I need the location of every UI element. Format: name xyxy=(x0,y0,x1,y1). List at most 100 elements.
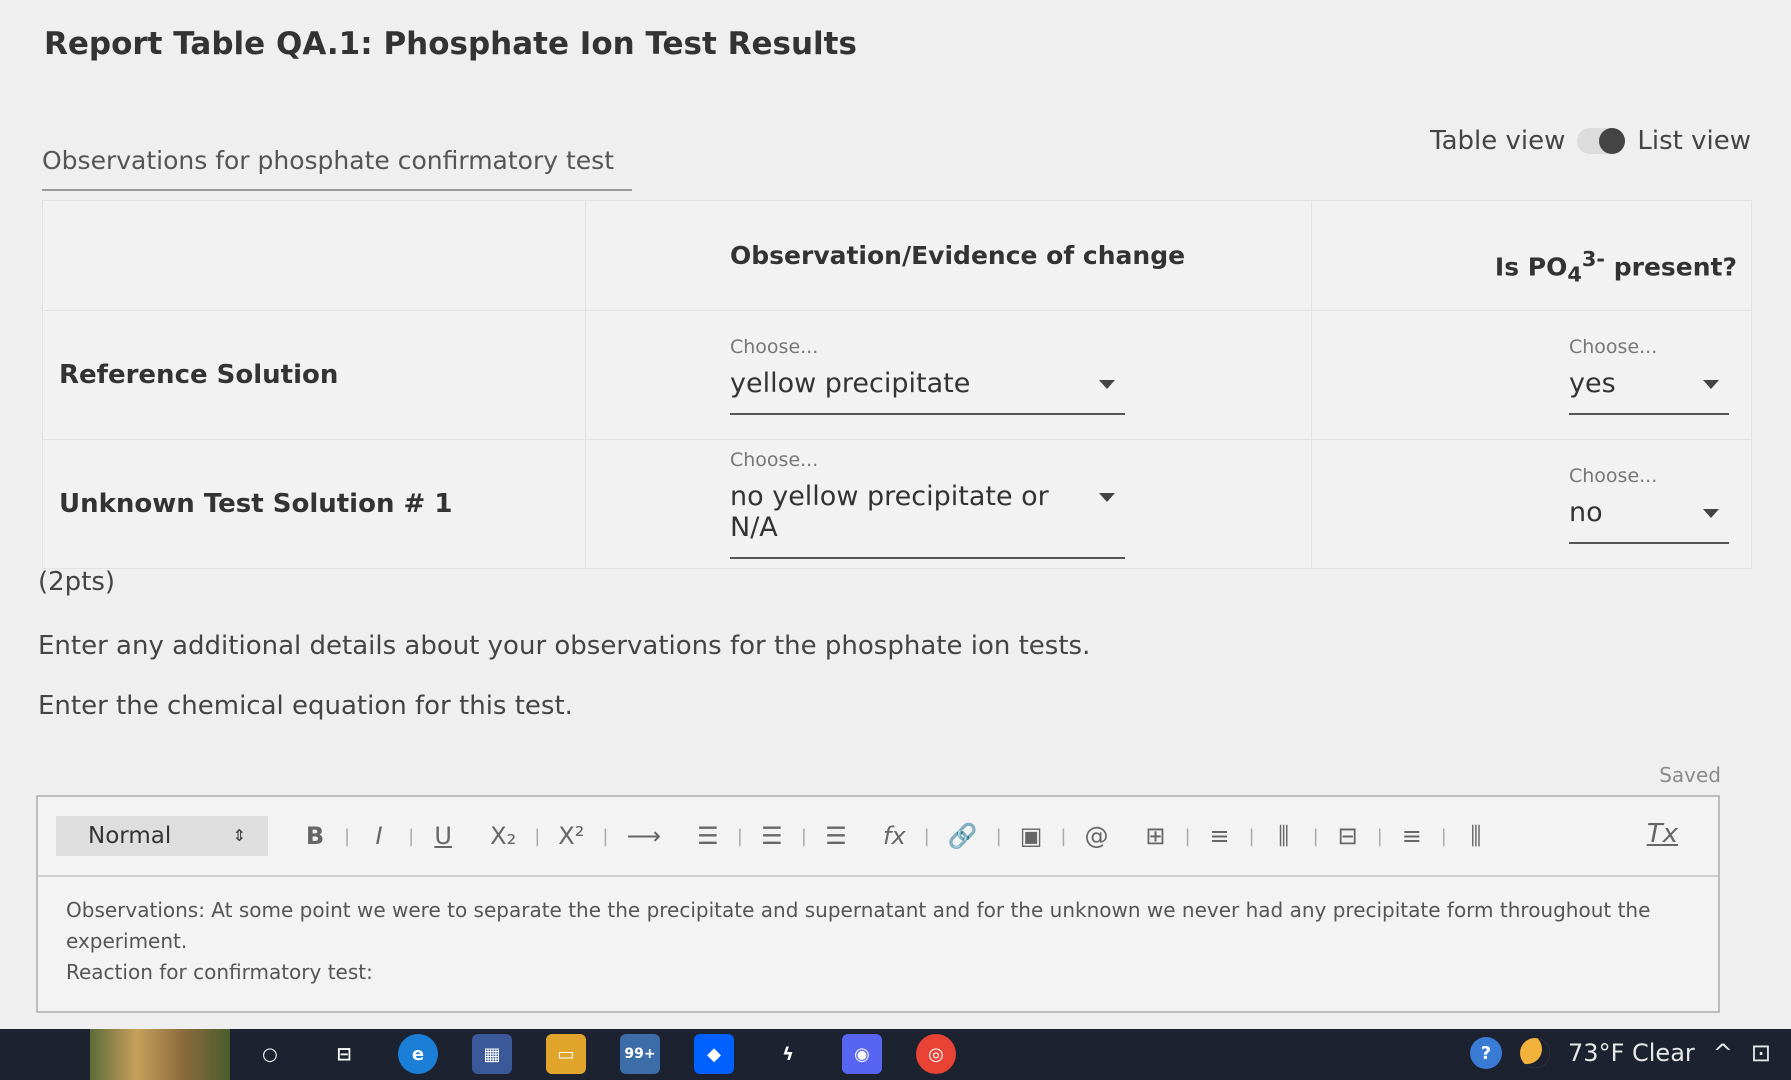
moon-icon xyxy=(1520,1038,1551,1068)
chevron-up-icon[interactable]: ^ xyxy=(1713,1039,1733,1067)
instruction-equation: Enter the chemical equation for this tes… xyxy=(38,691,573,721)
dropbox-icon[interactable]: ◆ xyxy=(694,1034,734,1074)
attach-icon[interactable]: @ xyxy=(1084,821,1108,851)
view-toggle[interactable]: Table view List view xyxy=(1430,126,1751,156)
header-present-prefix: Is PO xyxy=(1494,252,1568,282)
align-icon[interactable]: ☰ xyxy=(825,821,847,851)
image-icon[interactable]: ▣ xyxy=(1020,821,1043,851)
text-style-group: B | I | U xyxy=(304,821,454,851)
select-hint: Choose... xyxy=(1569,464,1658,487)
bolt-icon[interactable]: ϟ xyxy=(768,1034,808,1074)
superscript-button[interactable]: X² xyxy=(558,821,584,851)
observation-select-reference[interactable]: Choose... yellow precipitate xyxy=(730,336,1125,415)
clear-format-icon[interactable]: Tx xyxy=(1647,819,1678,849)
wallpaper-thumbnail xyxy=(90,1029,230,1080)
list-group: ☰ | ☰ | ☰ xyxy=(697,821,847,851)
table-group: ⊞ | ≡ | ⫼ | ⊟ | ≡ | ⫼ xyxy=(1144,821,1486,851)
select-value-text: yellow precipitate xyxy=(730,367,971,399)
editor-content[interactable]: Observations: At some point we were to s… xyxy=(38,877,1718,1006)
editor-toolbar: Normal ⇕ B | I | U X₂ | X² | ⟶ ☰ | ☰ | ☰ fx | 🔗… xyxy=(38,797,1718,877)
delete-row-icon[interactable]: ≡ xyxy=(1401,821,1423,851)
editor-line: Observations: At some point we were to s… xyxy=(66,898,1651,953)
mail-badge: 99+ xyxy=(624,1046,656,1062)
edge-icon[interactable]: e xyxy=(398,1034,438,1074)
caret-down-icon xyxy=(1099,379,1115,389)
chrome-icon[interactable]: ◎ xyxy=(916,1034,956,1074)
taskbar-icons: ○ ⊟ e ▦ ▭ 99+ ◆ ϟ ◉ ◎ xyxy=(250,1034,956,1074)
insert-column-icon[interactable]: ⫼ xyxy=(1273,821,1295,851)
folder-icon[interactable]: ▭ xyxy=(546,1034,586,1074)
select-value-text: yes xyxy=(1569,367,1616,399)
table-row: Reference Solution Choose... yellow prec… xyxy=(42,310,1752,440)
header-empty xyxy=(42,200,586,311)
obs-cell-unknown: Choose... no yellow precipitate or N/A xyxy=(585,439,1312,569)
network-icon[interactable]: ⊡ xyxy=(1751,1039,1771,1067)
obs-cell-reference: Choose... yellow precipitate xyxy=(585,310,1312,440)
ordered-list-icon[interactable]: ☰ xyxy=(697,821,719,851)
italic-button[interactable]: I xyxy=(368,821,390,851)
mail-icon[interactable]: 99+ xyxy=(620,1034,660,1074)
taskbar: ○ ⊟ e ▦ ▭ 99+ ◆ ϟ ◉ ◎ ? 73°F Clear ^ ⊡ xyxy=(0,1029,1791,1080)
help-icon[interactable]: ? xyxy=(1470,1037,1503,1069)
saved-status: Saved xyxy=(1659,763,1721,787)
select-value[interactable]: yellow precipitate xyxy=(730,362,1125,415)
task-view-icon[interactable]: ⊟ xyxy=(324,1034,364,1074)
system-tray: ? 73°F Clear ^ ⊡ xyxy=(1470,1037,1771,1069)
formula-icon[interactable]: fx xyxy=(883,821,906,851)
arrow-button[interactable]: ⟶ xyxy=(626,821,660,851)
table-view-label: Table view xyxy=(1430,126,1566,156)
link-icon[interactable]: 🔗 xyxy=(948,821,978,851)
header-present: Is PO43- present? xyxy=(1311,200,1752,311)
subscript-button[interactable]: X₂ xyxy=(490,821,516,851)
insert-row-icon[interactable]: ≡ xyxy=(1209,821,1231,851)
select-value-text: no yellow precipitate or N/A xyxy=(730,481,1049,543)
select-hint: Choose... xyxy=(730,449,819,471)
bold-button[interactable]: B xyxy=(304,821,326,851)
select-hint: Choose... xyxy=(1569,335,1658,358)
header-present-sub: 4 xyxy=(1567,262,1582,287)
weather-text[interactable]: 73°F Clear xyxy=(1568,1039,1695,1067)
header-observation: Observation/Evidence of change xyxy=(585,200,1312,311)
store-icon[interactable]: ▦ xyxy=(472,1034,512,1074)
caret-down-icon xyxy=(1703,508,1719,518)
instruction-details: Enter any additional details about your … xyxy=(38,631,1091,661)
editor-line: Reaction for confirmatory test: xyxy=(66,960,373,984)
present-cell-unknown: Choose... no xyxy=(1311,439,1752,569)
table-header-row: Observation/Evidence of change Is PO43- … xyxy=(42,200,1752,311)
switch-knob xyxy=(1599,128,1626,154)
insert-group: fx | 🔗 | ▣ | @ xyxy=(883,821,1109,851)
table-row: Unknown Test Solution # 1 Choose... no y… xyxy=(42,439,1752,569)
select-hint: Choose... xyxy=(730,335,819,358)
unordered-list-icon[interactable]: ☰ xyxy=(761,821,783,851)
select-value[interactable]: no xyxy=(1569,491,1729,544)
select-value[interactable]: no yellow precipitate or N/A xyxy=(730,475,1125,559)
search-circle-icon[interactable]: ○ xyxy=(250,1034,290,1074)
format-select[interactable]: Normal ⇕ xyxy=(56,816,268,856)
discord-icon[interactable]: ◉ xyxy=(842,1034,882,1074)
caret-down-icon xyxy=(1703,379,1719,389)
observation-select-unknown[interactable]: Choose... no yellow precipitate or N/A xyxy=(730,449,1125,559)
select-value-text: no xyxy=(1569,496,1603,528)
select-value[interactable]: yes xyxy=(1569,362,1729,415)
row-label-unknown: Unknown Test Solution # 1 xyxy=(42,439,586,569)
header-present-sup: 3- xyxy=(1581,247,1606,272)
present-select-unknown[interactable]: Choose... no xyxy=(1569,465,1729,544)
underline-button[interactable]: U xyxy=(432,821,454,851)
header-present-suffix: present? xyxy=(1605,252,1737,282)
rich-text-editor: Normal ⇕ B | I | U X₂ | X² | ⟶ ☰ | ☰ | ☰ fx | 🔗… xyxy=(36,795,1720,1013)
updown-icon: ⇕ xyxy=(232,826,246,845)
delete-column-icon[interactable]: ⫼ xyxy=(1465,821,1487,851)
format-select-value: Normal xyxy=(88,823,172,849)
script-group: X₂ | X² | ⟶ xyxy=(490,821,661,851)
caption-underline xyxy=(42,189,632,191)
points-label: (2pts) xyxy=(38,567,116,597)
table-caption: Observations for phosphate confirmatory … xyxy=(42,146,614,175)
present-cell-reference: Choose... yes xyxy=(1311,310,1752,440)
observations-table: Observation/Evidence of change Is PO43- … xyxy=(42,200,1752,569)
page-title: Report Table QA.1: Phosphate Ion Test Re… xyxy=(44,26,857,62)
table-icon[interactable]: ⊞ xyxy=(1144,821,1166,851)
merge-cells-icon[interactable]: ⊟ xyxy=(1337,821,1359,851)
list-view-label: List view xyxy=(1637,126,1751,156)
view-switch[interactable] xyxy=(1577,128,1626,154)
present-select-reference[interactable]: Choose... yes xyxy=(1569,336,1729,415)
